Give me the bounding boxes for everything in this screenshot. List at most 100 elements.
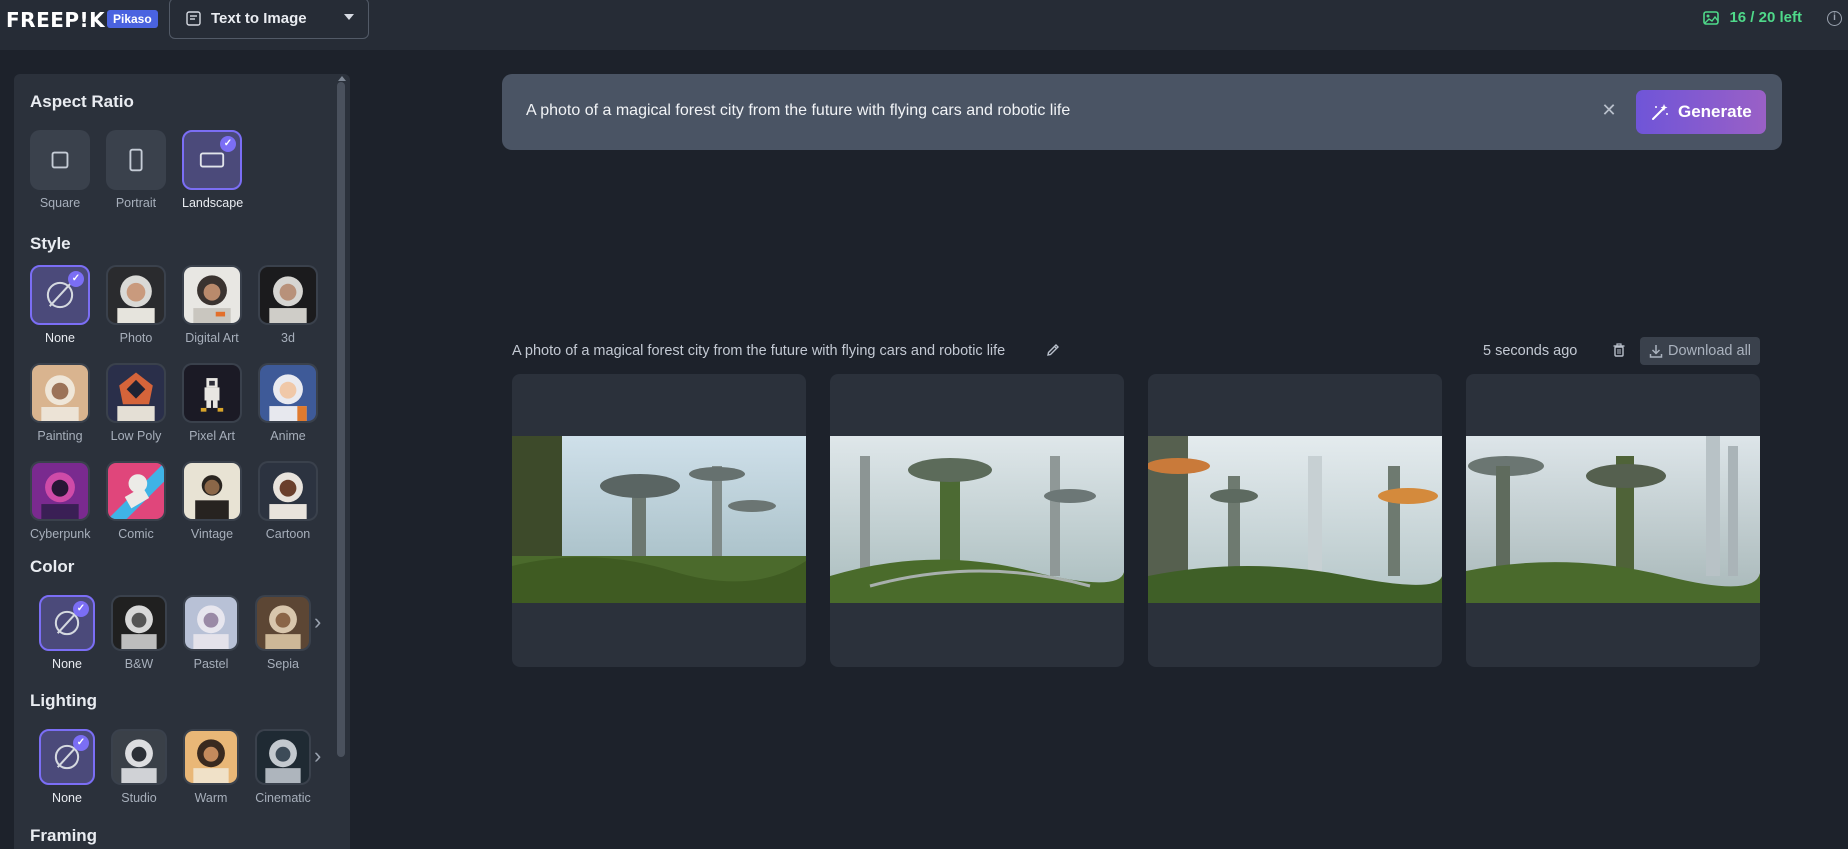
- chevron-right-icon[interactable]: ›: [314, 611, 326, 633]
- style-low-poly-option[interactable]: Low Poly: [106, 363, 166, 443]
- astronaut-digital-art-thumbnail: [184, 267, 240, 323]
- astronaut-cartoon-thumbnail: [260, 463, 316, 519]
- lighting-label: Cinematic: [255, 791, 311, 805]
- style-label: Low Poly: [110, 429, 162, 443]
- style-label: Photo: [119, 331, 153, 345]
- edit-icon[interactable]: [1045, 342, 1061, 358]
- style-anime-option[interactable]: Anime: [258, 363, 318, 443]
- style-label: 3d: [281, 331, 295, 345]
- astronaut-painting-thumbnail: [32, 365, 88, 421]
- scroll-up-arrow[interactable]: [338, 76, 346, 81]
- style-title: Style: [30, 234, 71, 253]
- lighting-label: Studio: [121, 791, 157, 805]
- lighting-label: Warm: [194, 791, 228, 805]
- style-cyberpunk-option[interactable]: Cyberpunk: [30, 461, 90, 541]
- generate-button[interactable]: Generate: [1636, 90, 1766, 134]
- astronaut-bw-thumbnail: [113, 597, 165, 649]
- freepik-logo[interactable]: FREEP!K: [6, 8, 105, 32]
- style-none-option[interactable]: ✓ None: [30, 265, 90, 345]
- check-icon: ✓: [68, 271, 84, 287]
- lighting-studio-option[interactable]: Studio: [109, 729, 169, 805]
- settings-sidebar: Aspect Ratio Square Portrait ✓ Landscape…: [14, 74, 350, 849]
- portrait-icon: [129, 148, 143, 172]
- aspect-label: Square: [39, 196, 81, 210]
- generated-image: [830, 436, 1124, 603]
- check-icon: ✓: [73, 735, 89, 751]
- result-image-card[interactable]: [512, 374, 806, 667]
- check-icon: ✓: [220, 136, 236, 152]
- lighting-label: None: [52, 791, 82, 805]
- astronaut-vintage-thumbnail: [184, 463, 240, 519]
- style-label: Vintage: [190, 527, 234, 541]
- color-bw-option[interactable]: B&W: [109, 595, 169, 671]
- astronaut-studio-thumbnail: [113, 731, 165, 783]
- style-photo-option[interactable]: Photo: [106, 265, 166, 345]
- astronaut-pixel-art-thumbnail: [184, 365, 240, 421]
- astronaut-photo-thumbnail: [108, 267, 164, 323]
- text-image-icon: [186, 11, 201, 26]
- color-label: Sepia: [267, 657, 299, 671]
- info-icon[interactable]: i: [1827, 11, 1842, 26]
- color-label: None: [52, 657, 82, 671]
- astronaut-comic-thumbnail: [108, 463, 164, 519]
- astronaut-pastel-thumbnail: [185, 597, 237, 649]
- aspect-label: Landscape: [182, 196, 244, 210]
- credits-counter: 16 / 20 left: [1703, 9, 1802, 26]
- check-icon: ✓: [73, 601, 89, 617]
- style-digital-art-option[interactable]: Digital Art: [182, 265, 242, 345]
- chevron-right-icon[interactable]: ›: [314, 745, 326, 767]
- lighting-none-option[interactable]: ✓ None: [37, 729, 97, 805]
- style-label: Painting: [37, 429, 83, 443]
- aspect-label: Portrait: [115, 196, 157, 210]
- style-pixel-art-option[interactable]: Pixel Art: [182, 363, 242, 443]
- result-image-card[interactable]: [1148, 374, 1442, 667]
- style-label: Pixel Art: [189, 429, 235, 443]
- color-none-option[interactable]: ✓ None: [37, 595, 97, 671]
- square-icon: [51, 151, 69, 169]
- close-icon[interactable]: ✕: [1599, 100, 1619, 120]
- astronaut-low-poly-thumbnail: [108, 365, 164, 421]
- result-prompt-text: A photo of a magical forest city from th…: [512, 343, 1006, 359]
- style-label: Anime: [270, 429, 306, 443]
- lighting-cinematic-option[interactable]: Cinematic: [253, 729, 313, 805]
- generated-image: [1466, 436, 1760, 603]
- aspect-portrait-option[interactable]: Portrait: [106, 130, 166, 210]
- download-all-button[interactable]: Download all: [1640, 337, 1760, 365]
- astronaut-cinematic-thumbnail: [257, 731, 309, 783]
- aspect-square-option[interactable]: Square: [30, 130, 90, 210]
- style-label: None: [45, 331, 75, 345]
- astronaut-cyberpunk-thumbnail: [32, 463, 88, 519]
- trash-icon[interactable]: [1611, 342, 1627, 358]
- astronaut-sepia-thumbnail: [257, 597, 309, 649]
- generated-image: [1148, 436, 1442, 603]
- style-vintage-option[interactable]: Vintage: [182, 461, 242, 541]
- astronaut-warm-thumbnail: [185, 731, 237, 783]
- style-cartoon-option[interactable]: Cartoon: [258, 461, 318, 541]
- lighting-warm-option[interactable]: Warm: [181, 729, 241, 805]
- color-pastel-option[interactable]: Pastel: [181, 595, 241, 671]
- mode-label: Text to Image: [211, 10, 307, 27]
- generate-label: Generate: [1678, 102, 1752, 121]
- style-label: Cyberpunk: [30, 527, 91, 541]
- mode-dropdown[interactable]: Text to Image: [169, 0, 369, 39]
- style-label: Comic: [118, 527, 154, 541]
- style-3d-option[interactable]: 3d: [258, 265, 318, 345]
- result-image-card[interactable]: [1466, 374, 1760, 667]
- style-comic-option[interactable]: Comic: [106, 461, 166, 541]
- color-sepia-option[interactable]: Sepia: [253, 595, 313, 671]
- sidebar-scrollbar[interactable]: [337, 82, 345, 757]
- aspect-landscape-option[interactable]: ✓ Landscape: [182, 130, 244, 210]
- result-image-card[interactable]: [830, 374, 1124, 667]
- chevron-down-icon: [344, 14, 354, 20]
- color-label: B&W: [124, 657, 154, 671]
- color-title: Color: [30, 557, 75, 576]
- style-label: Digital Art: [185, 331, 239, 345]
- image-icon: [1703, 10, 1720, 25]
- lighting-title: Lighting: [30, 691, 98, 710]
- prompt-bar: A photo of a magical forest city from th…: [502, 74, 1782, 150]
- wand-icon: [1652, 104, 1668, 120]
- style-painting-option[interactable]: Painting: [30, 363, 90, 443]
- prompt-input[interactable]: A photo of a magical forest city from th…: [526, 102, 1070, 120]
- credits-text: 16 / 20 left: [1729, 9, 1802, 26]
- astronaut-anime-thumbnail: [260, 365, 316, 421]
